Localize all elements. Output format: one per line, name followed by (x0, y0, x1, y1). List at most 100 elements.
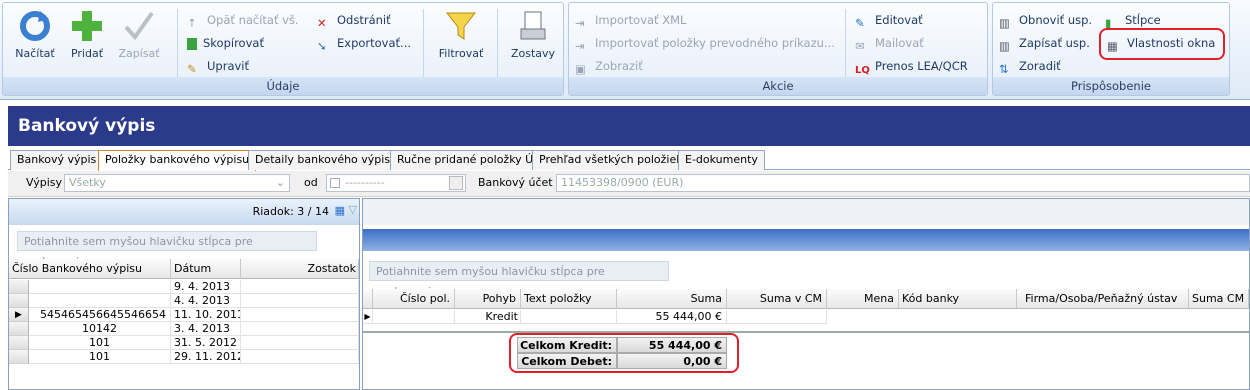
tab-e-dokumenty[interactable]: E-dokumenty (678, 150, 765, 170)
ucet-label: Bankový účet (478, 176, 553, 189)
left-grid-rows: 9. 4. 2013 4. 4. 2013 ▶ 54546545664554665… (9, 280, 359, 364)
calendar-button[interactable] (449, 176, 463, 190)
zapisat-usp-button[interactable]: ▥ Zapísať usp. (999, 34, 1090, 53)
pencil-icon: ✎ (187, 62, 197, 76)
ribbon: Načítať Pridať Zapísať ↑ Opäť načítať vš.… (0, 0, 1250, 100)
col-suma-cm[interactable]: Suma v CM (727, 289, 827, 309)
celkom-kredit-value: 55 444,00 € (617, 337, 727, 353)
filtrovat-button[interactable]: Filtrovať (431, 9, 491, 60)
export-arrow-icon: ➘ (317, 39, 327, 53)
edit-icon: ✎ (855, 16, 865, 30)
filter-icon[interactable]: ▽ (349, 203, 357, 216)
col-suma[interactable]: Suma (617, 289, 727, 309)
od-label: od (304, 176, 318, 189)
col-cislo-vypisu[interactable]: Číslo Bankového výpisu (9, 259, 171, 279)
nacitat-button[interactable]: Načítať (7, 9, 63, 60)
separator (177, 9, 178, 79)
col-text-polozky[interactable]: Text položky (521, 289, 617, 309)
editovat-button[interactable]: ✎ Editovať (855, 11, 923, 30)
right-grid-top (363, 199, 1249, 225)
group-prisposobenie: ▥ Obnoviť usp. ▥ Zapísať usp. ⇅ Zoradiť ▮ St… (992, 2, 1230, 96)
col-indicator (363, 289, 373, 309)
stlpce-button[interactable]: ▮ Stĺpce (1105, 11, 1161, 30)
group-label-udaje: Údaje (3, 77, 563, 95)
group-label-akcie: Akcie (569, 77, 987, 95)
separator (845, 9, 846, 79)
col-zostatok[interactable]: Zostatok (241, 259, 359, 279)
group-hint-left[interactable]: Potiahnite sem myšou hlavičku stĺpca pre… (17, 231, 317, 268)
group-akcie: ⇥ Importovať XML ⇥ Importovať položky prev… (568, 2, 988, 96)
row-indicator[interactable] (9, 322, 29, 336)
table-row[interactable]: 101 29. 11. 2012 (9, 350, 359, 364)
obnovit-usp-button[interactable]: ▥ Obnoviť usp. (999, 11, 1092, 30)
col-suma-cm-vi[interactable]: Suma CM Vi (1189, 289, 1249, 309)
odstranit-button[interactable]: ✕ Odstrániť (317, 11, 391, 30)
row-counter: Riadok: 3 / 14 (252, 205, 329, 218)
group-hint-right[interactable]: Potiahnite sem myšou hlavičku stĺpca pre… (369, 261, 669, 298)
row-indicator[interactable] (9, 336, 29, 350)
checkbox-icon[interactable] (330, 178, 340, 188)
chevron-down-icon: ⌄ (275, 176, 285, 189)
divider (363, 331, 1249, 333)
importovat-xml-button[interactable]: ⇥ Importovať XML (575, 11, 686, 30)
row-indicator[interactable] (9, 350, 29, 364)
filter-icon (445, 12, 477, 40)
exportovat-button[interactable]: ➘ Exportovať... (317, 34, 411, 53)
zobrazit-button[interactable]: ▣ Zobraziť (575, 57, 643, 76)
group-udaje: Načítať Pridať Zapísať ↑ Opäť načítať vš.… (2, 2, 564, 96)
col-pohyb[interactable]: Pohyb (455, 289, 521, 309)
table-row[interactable]: 101 31. 5. 2012 (9, 336, 359, 350)
right-grid: Potiahnite sem myšou hlavičku stĺpca pre… (362, 198, 1250, 390)
refresh-icon (20, 11, 50, 41)
col-firma[interactable]: Firma/Osoba/Peňažný ústav (1017, 289, 1189, 309)
tab-detaily-vypisu[interactable]: Detaily bankového výpisu (248, 150, 405, 170)
left-grid-toolbar: Riadok: 3 / 14 ▦ ▽ (9, 199, 359, 225)
col-cislo-pol[interactable]: Číslo pol. (373, 289, 455, 309)
lq-icon: LQ (855, 65, 870, 76)
left-grid: Riadok: 3 / 14 ▦ ▽ Potiahnite sem myšou … (8, 198, 360, 390)
zapisat-button[interactable]: Zapísať (111, 9, 167, 60)
opat-nacitat-button[interactable]: ↑ Opäť načítať vš. (187, 11, 299, 30)
import-icon: ⇥ (575, 16, 585, 30)
vlastnosti-okna-button[interactable]: ▦ Vlastnosti okna (1107, 34, 1215, 53)
tab-polozky-vypisu[interactable]: Položky bankového výpisu (98, 150, 257, 171)
row-indicator[interactable] (9, 280, 29, 294)
col-datum[interactable]: Dátum (171, 259, 241, 279)
copy-icon (187, 38, 197, 50)
row-indicator[interactable] (9, 294, 29, 308)
table-row[interactable]: ▶ Kredit 55 444,00 € (363, 310, 1249, 324)
ucet-field[interactable]: 11453398/0900 (EUR) (556, 174, 1250, 192)
od-date-field[interactable]: ---------- (326, 174, 466, 192)
col-mena[interactable]: Mena (827, 289, 899, 309)
grid-icon[interactable]: ▦ (335, 204, 345, 217)
importovat-prikaz-button[interactable]: ⇥ Importovať položky prevodného príkazu..… (575, 34, 835, 53)
check-icon (124, 11, 154, 41)
celkom-debet-label: Celkom Debet: (517, 353, 617, 369)
col-kod-banky[interactable]: Kód banky (899, 289, 1017, 309)
tab-rucne-pridane[interactable]: Ručne pridané položky ÚD (390, 150, 549, 170)
right-grid-header: Číslo pol. Pohyb Text položky Suma Suma … (363, 289, 1249, 309)
table-row-selected[interactable]: ▶ 545465456645546654 11. 10. 2011 (9, 308, 359, 322)
tab-prehlad-poloziek[interactable]: Prehľad všetkých položiek (532, 150, 690, 170)
row-pointer-icon[interactable]: ▶ (363, 310, 373, 324)
table-row[interactable]: 10142 3. 4. 2013 (9, 322, 359, 336)
plus-icon (72, 11, 102, 41)
columns-icon: ▥ (999, 39, 1010, 53)
column-bars-icon: ▮ (1105, 16, 1112, 30)
upravit-button[interactable]: ✎ Upraviť (187, 57, 249, 76)
vypisy-label: Výpisy (26, 176, 63, 189)
row-pointer-icon[interactable]: ▶ (9, 308, 29, 322)
table-row[interactable]: 9. 4. 2013 (9, 280, 359, 294)
zoradit-button[interactable]: ⇅ Zoradiť (999, 57, 1061, 76)
zostavy-button[interactable]: Zostavy (503, 9, 563, 60)
vypisy-select[interactable]: Všetky ⌄ (64, 174, 290, 192)
prenos-button[interactable]: LQ Prenos LEA/QCR (855, 57, 968, 76)
page-title: Bankový výpis (8, 106, 1250, 146)
mailovat-button[interactable]: ✉ Mailovať (855, 34, 924, 53)
table-row[interactable]: 4. 4. 2013 (9, 294, 359, 308)
tab-bankovy-vypis[interactable]: Bankový výpis (10, 150, 104, 170)
celkom-kredit-label: Celkom Kredit: (517, 337, 617, 353)
columns-icon: ▥ (999, 16, 1010, 30)
pridat-button[interactable]: Pridať (59, 9, 115, 60)
skopirovat-button[interactable]: Skopírovať (187, 34, 264, 52)
